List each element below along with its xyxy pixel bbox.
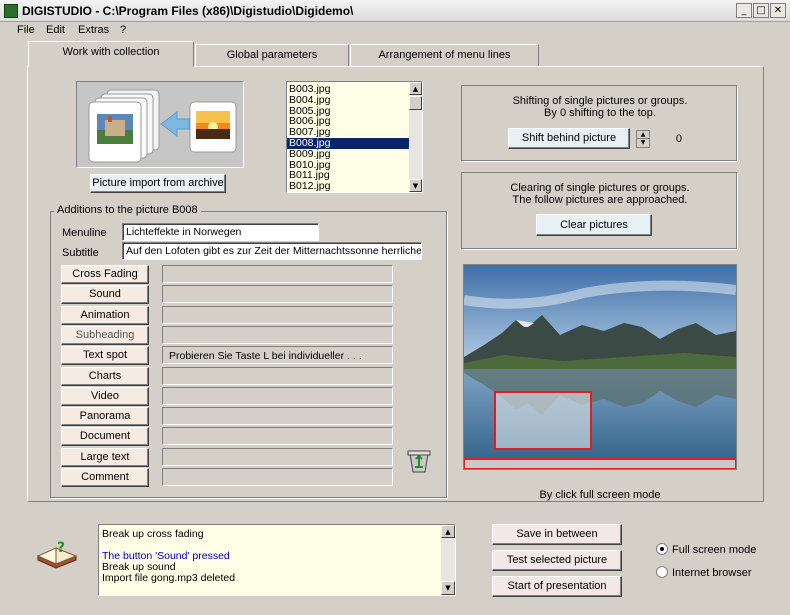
shift-value-field[interactable]: 0 [652,133,682,145]
menu-extras[interactable]: Extras [78,24,109,36]
menu-bar: File Edit Extras ? [0,22,790,40]
file-list[interactable]: B003.jpg B004.jpg B005.jpg B006.jpg B007.jpg… [286,81,423,193]
scroll-up-arrow[interactable]: ▲ [409,82,422,95]
svg-text:?: ? [57,540,65,556]
comment-button[interactable]: Comment [61,468,149,487]
shift-behind-picture-button[interactable]: Shift behind picture [508,128,630,149]
text-spot-value[interactable]: Probieren Sie Taste L bei individueller … [162,346,393,364]
preview-caption: By click full screen mode [539,489,661,501]
window-title: DIGISTUDIO - C:\Program Files (x86)\Digi… [22,4,354,18]
title-bar: DIGISTUDIO - C:\Program Files (x86)\Digi… [0,0,790,22]
charts-value[interactable] [162,367,393,385]
menuline-label: Menuline [62,227,107,239]
menu-help[interactable]: ? [120,24,126,36]
scroll-down-arrow[interactable]: ▼ [409,179,422,192]
shift-group: Shifting of single pictures or groups. B… [461,85,737,161]
charts-button[interactable]: Charts [61,367,149,386]
subtitle-input[interactable]: Auf den Lofoten gibt es zur Zeit der Mit… [122,242,422,260]
panorama-value[interactable] [162,407,393,425]
animation-button[interactable]: Animation [61,306,149,325]
animation-value[interactable] [162,306,393,324]
app-icon [4,4,18,18]
help-book-icon[interactable]: ? [36,538,78,570]
document-value[interactable] [162,427,393,445]
close-button[interactable]: ✕ [770,3,786,18]
video-value[interactable] [162,387,393,405]
video-button[interactable]: Video [61,387,149,406]
clear-text-line2: The follow pictures are approached. [512,194,688,206]
log-scroll-up-arrow[interactable]: ▲ [441,525,455,538]
maximize-button[interactable]: □ [753,3,769,18]
sound-button[interactable]: Sound [61,285,149,304]
cross-fading-value[interactable] [162,265,393,283]
subtitle-label: Subtitle [62,247,99,259]
panorama-button[interactable]: Panorama [61,407,149,426]
tab-work-with-collection[interactable]: Work with collection [28,41,194,67]
clear-text-line1: Clearing of single pictures or groups. [510,182,690,194]
comment-value[interactable] [162,468,393,486]
shift-text-line1: Shifting of single pictures or groups. [512,95,688,107]
document-button[interactable]: Document [61,427,149,446]
message-log[interactable]: Break up cross fading The button 'Sound' … [98,524,456,596]
tab-global-parameters[interactable]: Global parameters [195,44,349,66]
file-list-item[interactable]: B009.jpg [287,148,409,160]
scroll-thumb[interactable] [409,96,422,110]
file-list-item[interactable]: B012.jpg [287,181,409,192]
additions-group-label: Additions to the picture B008 [54,204,201,216]
log-scroll-down-arrow[interactable]: ▼ [441,581,455,595]
cross-fading-button[interactable]: Cross Fading [61,265,149,284]
subheading-button[interactable]: Subheading [61,326,149,345]
menu-file[interactable]: File [17,24,35,36]
menu-edit[interactable]: Edit [46,24,65,36]
sound-value[interactable] [162,285,393,303]
browser-label[interactable]: Internet browser [672,567,751,579]
text-spot-button[interactable]: Text spot [61,346,149,365]
spin-down-arrow[interactable]: ▼ [637,139,649,147]
large-text-value[interactable] [162,448,393,466]
menuline-input[interactable]: Lichteffekte in Norwegen [122,223,319,241]
minimize-button[interactable]: _ [736,3,752,18]
log-line: Import file gong.mp3 deleted [102,572,236,584]
file-list-scrollbar[interactable]: ▲ ▼ [409,82,422,192]
slides-import-graphic [88,89,237,163]
shift-spinner[interactable]: ▲ ▼ [636,130,650,148]
radio-dot [660,547,664,551]
import-illustration[interactable] [76,81,244,168]
preview-image[interactable] [463,264,737,470]
file-list-item[interactable]: B004.jpg [287,94,409,106]
test-selected-picture-button[interactable]: Test selected picture [492,550,622,571]
log-scrollbar[interactable]: ▲ ▼ [441,525,455,595]
log-line: Break up cross fading [102,528,204,540]
clear-pictures-button[interactable]: Clear pictures [536,214,652,236]
fullscreen-label[interactable]: Full screen mode [672,544,756,556]
fullscreen-radio[interactable] [656,543,668,555]
subheading-value[interactable] [162,326,393,344]
spin-up-arrow[interactable]: ▲ [637,131,649,139]
large-text-button[interactable]: Large text [61,448,149,467]
browser-radio[interactable] [656,566,668,578]
recycle-bin-icon[interactable] [406,446,432,474]
shift-text-line2: By 0 shifting to the top. [544,107,656,119]
start-presentation-button[interactable]: Start of presentation [492,576,622,597]
picture-import-button[interactable]: Picture import from archive [90,174,226,193]
clear-group: Clearing of single pictures or groups. T… [461,172,737,249]
save-in-between-button[interactable]: Save in between [492,524,622,545]
tab-arrangement-of-menu-lines[interactable]: Arrangement of menu lines [350,44,539,66]
